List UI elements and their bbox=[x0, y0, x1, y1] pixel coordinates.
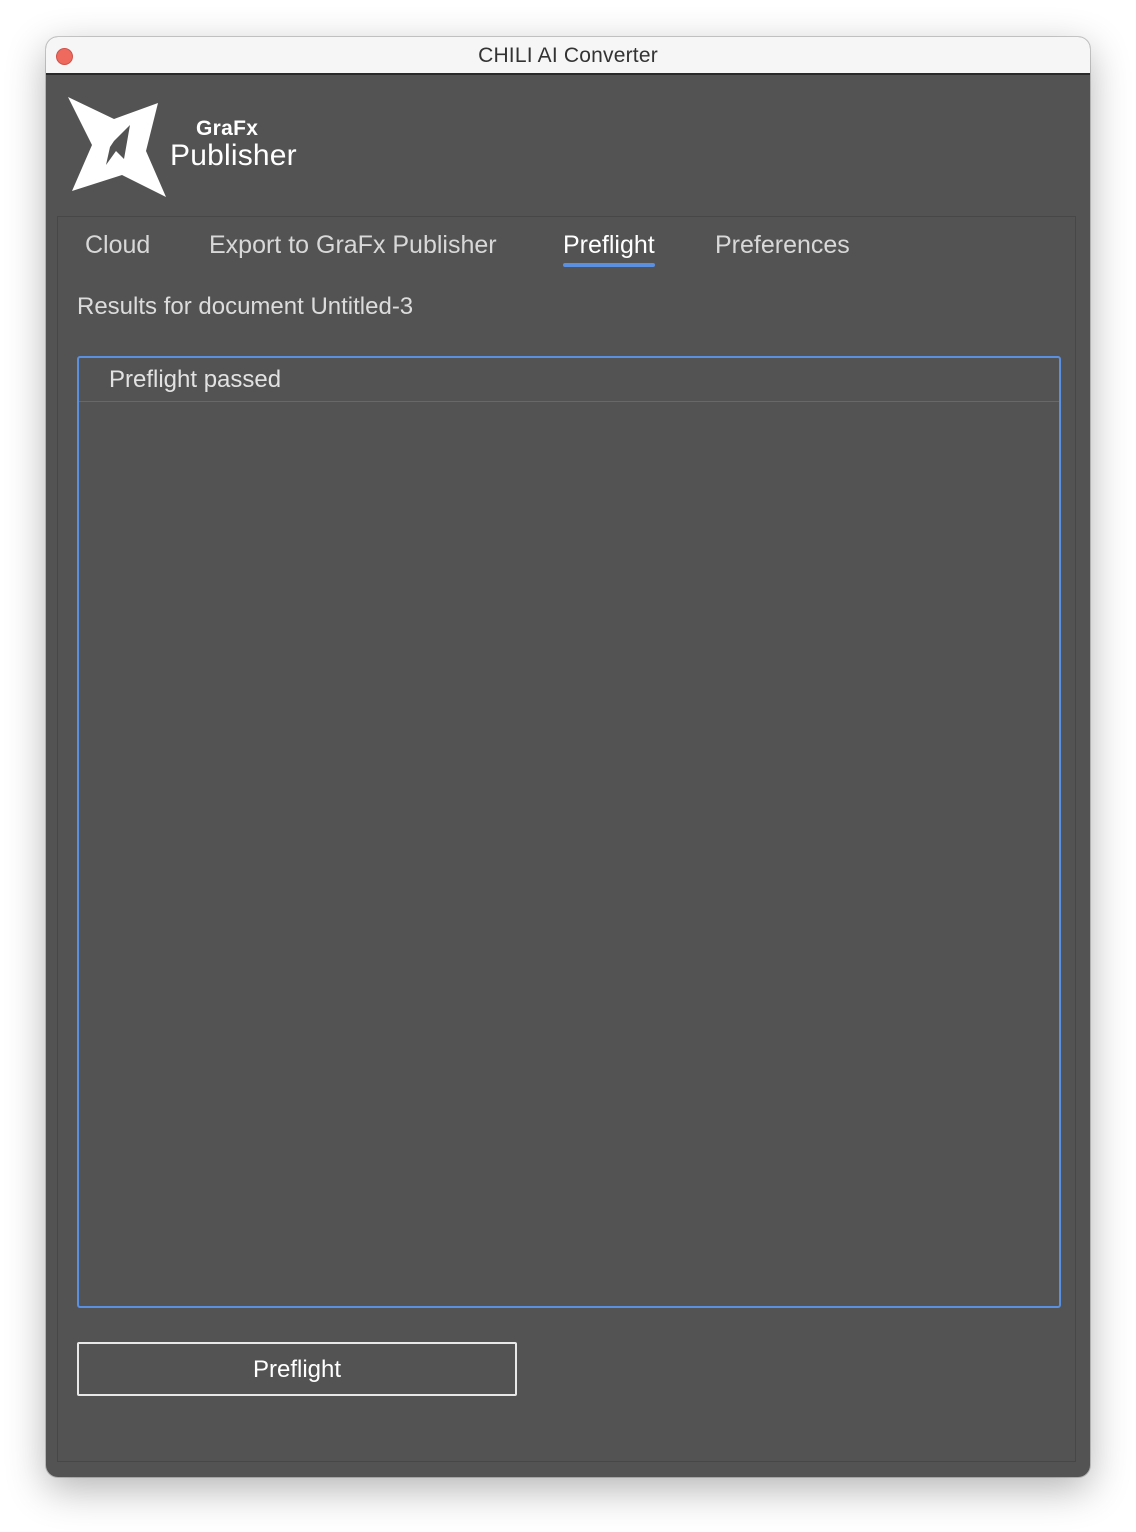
title-bar[interactable]: CHILI AI Converter bbox=[46, 37, 1090, 75]
main-panel: Cloud Export to GraFx Publisher Prefligh… bbox=[57, 216, 1076, 1462]
results-list[interactable]: Preflight passed bbox=[77, 356, 1061, 1308]
tab-preflight[interactable]: Preflight bbox=[563, 231, 655, 267]
tab-cloud[interactable]: Cloud bbox=[85, 231, 150, 264]
grafx-star-logo-icon bbox=[68, 97, 166, 197]
results-label: Results for document Untitled-3 bbox=[77, 293, 414, 320]
app-window: CHILI AI Converter GraFx Publisher Cloud… bbox=[46, 37, 1090, 1477]
grafx-publisher-logo: GraFx Publisher bbox=[66, 95, 326, 199]
window-title: CHILI AI Converter bbox=[478, 44, 658, 67]
tab-export[interactable]: Export to GraFx Publisher bbox=[209, 231, 497, 264]
logo-grafx-text: GraFx bbox=[196, 117, 259, 140]
tab-preferences[interactable]: Preferences bbox=[715, 231, 850, 264]
results-header: Preflight passed bbox=[79, 358, 1059, 402]
preflight-status: Preflight passed bbox=[109, 366, 282, 393]
logo-publisher-text: Publisher bbox=[170, 139, 297, 172]
tab-bar: Cloud Export to GraFx Publisher Prefligh… bbox=[58, 217, 1075, 277]
preflight-button[interactable]: Preflight bbox=[77, 1342, 517, 1396]
